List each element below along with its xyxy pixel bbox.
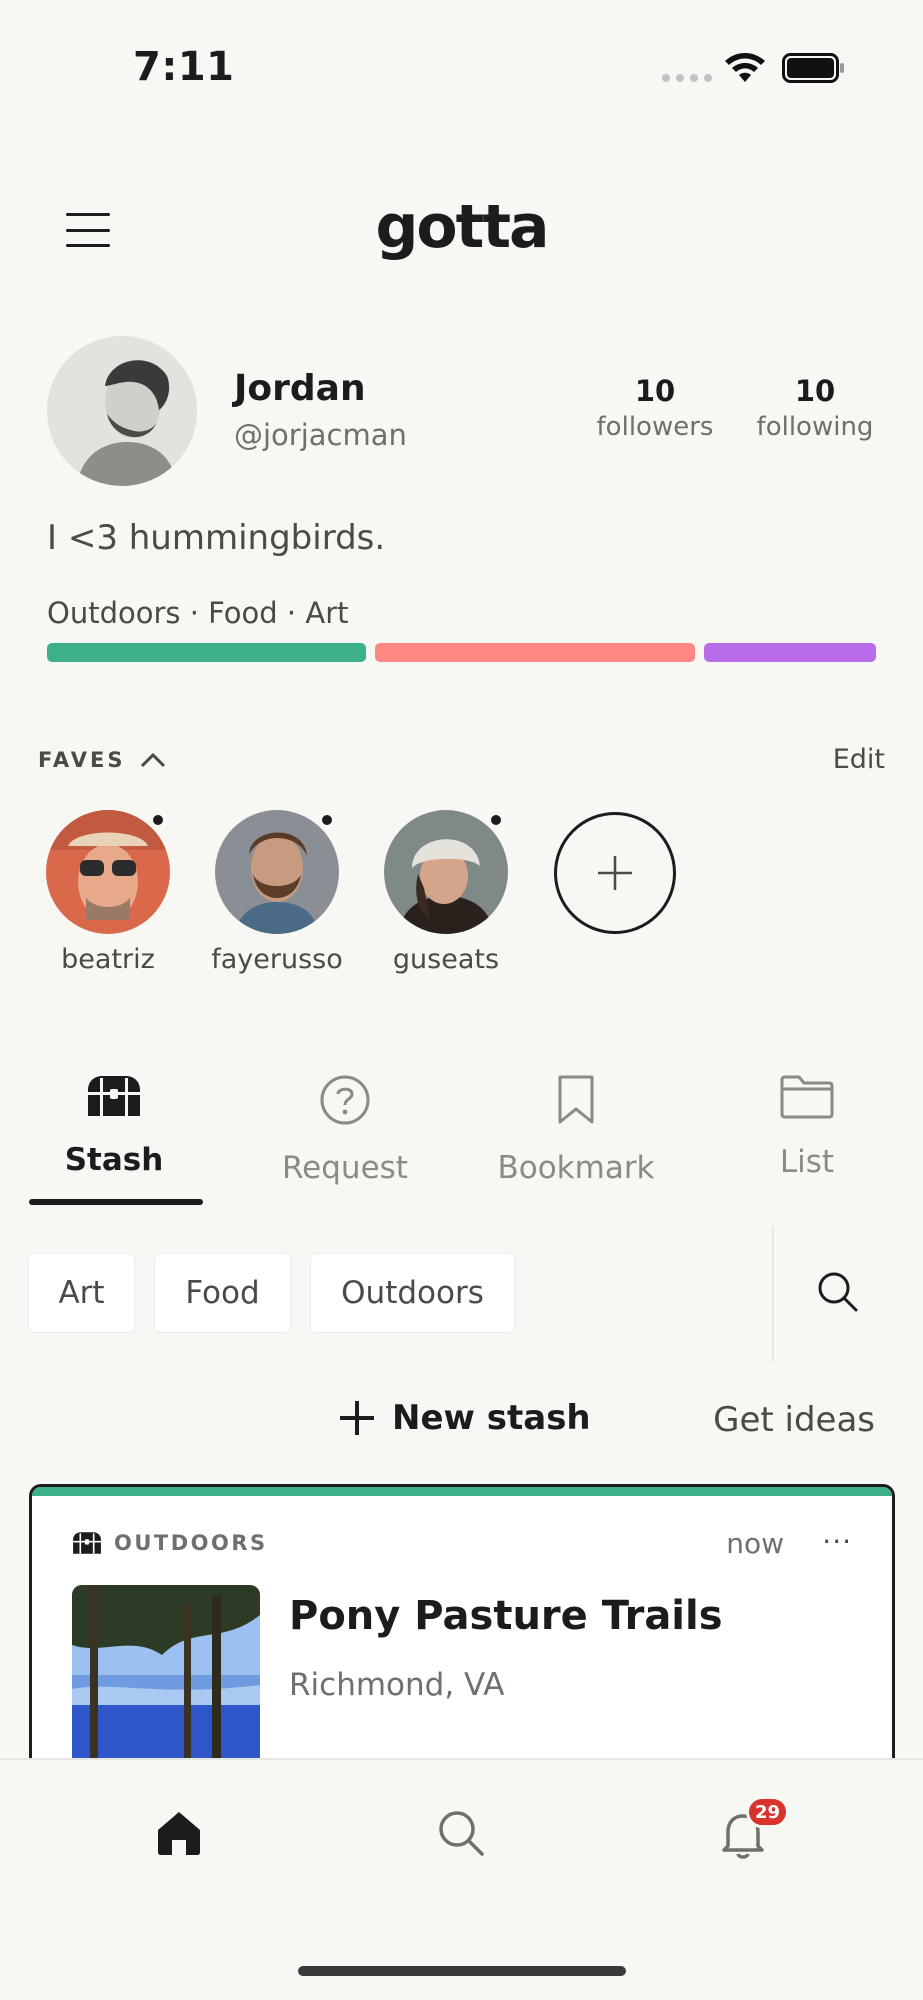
app-logo: gotta: [375, 192, 549, 262]
interest-bar-outdoors: [47, 643, 367, 662]
fave-item[interactable]: fayerusso: [192, 810, 362, 975]
bottom-navigation: 29: [0, 1758, 923, 2000]
cellular-signal-icon: [662, 74, 712, 82]
wifi-icon: [725, 53, 765, 82]
fave-avatar: [384, 810, 508, 934]
card-title: Pony Pasture Trails: [289, 1593, 723, 1639]
app-header: gotta: [0, 180, 923, 280]
online-indicator: [488, 812, 504, 828]
followers-count: 10: [634, 374, 676, 408]
plus-icon: [598, 856, 632, 890]
card-category-label: OUTDOORS: [114, 1531, 268, 1555]
new-stash-label: New stash: [392, 1398, 591, 1438]
treasure-chest-icon: [88, 1076, 140, 1116]
stash-card[interactable]: OUTDOORS now ··· Pony Pasture Trails Ric…: [29, 1484, 895, 1764]
following-count: 10: [794, 374, 836, 408]
tab-request[interactable]: Request: [245, 1074, 445, 1186]
card-accent-bar: [32, 1487, 892, 1496]
fave-item[interactable]: beatriz: [23, 810, 193, 975]
interest-bar-food: [375, 643, 695, 662]
tab-label: Bookmark: [497, 1150, 655, 1186]
active-tab-indicator: [29, 1199, 203, 1205]
nav-search[interactable]: [436, 1808, 486, 1862]
tab-label: Request: [282, 1150, 408, 1186]
filter-divider: [772, 1226, 774, 1362]
interest-bar-art: [703, 643, 877, 662]
profile-name: Jordan: [234, 368, 366, 409]
faves-header[interactable]: FAVES: [38, 748, 166, 772]
treasure-chest-icon: [73, 1532, 101, 1554]
folder-icon: [780, 1075, 834, 1119]
notification-badge: 29: [746, 1796, 790, 1828]
fave-avatar: [215, 810, 339, 934]
fave-name: beatriz: [61, 944, 155, 975]
online-indicator: [150, 812, 166, 828]
question-circle-icon: [320, 1075, 370, 1125]
profile-avatar[interactable]: [47, 336, 197, 486]
tab-label: Stash: [64, 1142, 164, 1178]
filter-chip-outdoors[interactable]: Outdoors: [310, 1253, 515, 1333]
more-options-icon[interactable]: ···: [822, 1525, 852, 1558]
card-thumbnail: [72, 1585, 260, 1764]
tab-bookmark[interactable]: Bookmark: [476, 1074, 676, 1186]
search-icon[interactable]: [816, 1270, 860, 1314]
following-stat[interactable]: 10 following: [750, 374, 880, 442]
fave-avatar: [46, 810, 170, 934]
add-fave-button[interactable]: [554, 812, 676, 934]
home-icon: [158, 1812, 200, 1855]
status-time: 7:11: [133, 44, 235, 90]
interests-text: Outdoors · Food · Art: [47, 596, 349, 630]
profile-bio: I <3 hummingbirds.: [47, 518, 386, 558]
filter-chip-art[interactable]: Art: [28, 1253, 135, 1333]
status-bar: 7:11: [0, 0, 923, 140]
home-indicator: [298, 1966, 626, 1976]
fave-item[interactable]: guseats: [361, 810, 531, 975]
followers-stat[interactable]: 10 followers: [590, 374, 720, 442]
faves-edit-button[interactable]: Edit: [833, 744, 885, 775]
get-ideas-button[interactable]: Get ideas: [713, 1400, 875, 1440]
tab-list[interactable]: List: [707, 1074, 907, 1180]
card-timestamp: now: [726, 1527, 784, 1560]
fave-name: guseats: [392, 944, 500, 975]
card-category: OUTDOORS: [72, 1531, 268, 1555]
tab-stash[interactable]: Stash: [14, 1074, 214, 1178]
plus-icon: [340, 1401, 374, 1435]
nav-home[interactable]: [154, 1808, 204, 1862]
battery-icon: [782, 53, 844, 83]
filter-chip-food[interactable]: Food: [154, 1253, 291, 1333]
bookmark-icon: [558, 1075, 594, 1124]
faves-label: FAVES: [38, 748, 126, 772]
search-icon: [439, 1811, 484, 1856]
interest-bars: [47, 643, 877, 662]
profile-handle: @jorjacman: [234, 418, 407, 452]
new-stash-button[interactable]: New stash: [338, 1398, 591, 1438]
chevron-up-icon: [140, 752, 165, 768]
nav-notifications[interactable]: 29: [718, 1796, 790, 1864]
followers-label: followers: [596, 412, 714, 442]
following-label: following: [756, 412, 874, 442]
card-location: Richmond, VA: [289, 1667, 505, 1703]
tab-label: List: [779, 1144, 835, 1180]
online-indicator: [319, 812, 335, 828]
fave-name: fayerusso: [211, 944, 343, 975]
